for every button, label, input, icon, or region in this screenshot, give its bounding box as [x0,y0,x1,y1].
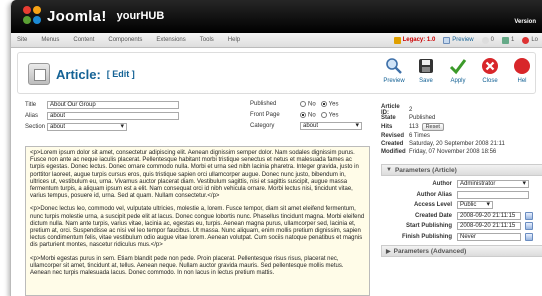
menu-bar: Site Menus Content Components Extensions… [11,33,542,48]
section-select[interactable]: about [47,123,127,131]
published-no[interactable]: No [300,101,316,108]
logo-text: Joomla! [47,7,107,25]
menu-menus[interactable]: Menus [41,37,59,43]
page-title-edit: [ Edit ] [106,69,135,79]
frontpage-radios: No Yes [300,112,338,119]
finish-publishing-input[interactable]: Never [457,232,521,241]
joomla-logo: Joomla! yourHUB [23,6,164,26]
joomla-logo-icon [23,6,43,26]
start-publishing-input[interactable]: 2008-09-20 21:11:15 [457,222,521,231]
published-radios: No Yes [300,101,338,108]
menu-help[interactable]: Help [228,37,240,43]
preview-button[interactable]: Preview [381,56,407,84]
save-button[interactable]: Save [413,56,439,84]
apply-icon [448,56,468,76]
article-details-form: Title About Our Group Alias about Sectio… [25,100,370,133]
calendar-icon[interactable] [525,222,533,231]
menu-components[interactable]: Components [108,37,142,43]
logout-icon [522,36,530,44]
category-label: Category [250,123,275,129]
users-icon [501,36,509,44]
version-label: Version [514,19,536,25]
messages-link[interactable]: 0 [481,36,494,44]
toolbar-buttons: Preview Save Apply Close Hel [381,56,535,84]
published-label: Published [250,101,277,107]
author-select[interactable]: Administrator [457,180,529,189]
parameters-article-header[interactable]: ▼ Parameters (Article) [381,164,542,176]
finish-publishing-row: Finish Publishing Never [381,232,542,243]
created-date-input[interactable]: 2008-09-20 21:11:15 [457,211,521,220]
article-info-panel: Article ID: 2 State Published Hits 113 Reset… [381,104,542,257]
menu-extensions[interactable]: Extensions [156,37,185,43]
users-link[interactable]: 1 [501,36,514,44]
hits-row: Hits 113 Reset [381,122,542,132]
content-area: Title About Our Group Alias about Sectio… [17,90,542,296]
preview-icon [384,56,404,76]
menu-tools[interactable]: Tools [200,37,214,43]
legacy-link[interactable]: Legacy: 1.0 [393,36,435,44]
admin-window: Joomla! yourHUB Version Site Menus Conte… [10,0,542,296]
legacy-icon [393,36,401,44]
access-level-select[interactable]: Public [457,201,493,210]
apply-button[interactable]: Apply [445,56,471,84]
article-text-editor[interactable]: <p>Lorem ipsum dolor sit amet, consectet… [25,146,370,296]
site-name: yourHUB [116,10,165,22]
category-select[interactable]: about [300,122,362,130]
frontpage-yes[interactable]: Yes [320,112,338,119]
editor-paragraph-2: <p>Donec lectus leo, commodo vel, vulput… [30,206,365,249]
logout-link[interactable]: Lo [522,36,538,44]
article-icon [28,63,50,85]
alias-input[interactable]: about [47,112,179,120]
editor-paragraph-3: <p>Morbi egestas purus in sem. Etiam bla… [30,255,344,277]
messages-icon [481,36,489,44]
frontpage-label: Front Page [250,112,280,118]
modified-row: Modified Friday, 07 November 2008 18:56 [381,149,497,155]
parameters-article-body: Author Administrator Author Alias Access… [381,176,542,242]
preview-site-icon [443,36,451,44]
title-label: Title [25,102,37,108]
calendar-icon[interactable] [525,232,533,241]
author-alias-input[interactable] [457,190,529,199]
frontpage-no[interactable]: No [300,112,316,119]
author-alias-row: Author Alias [381,190,542,201]
reset-hits-button[interactable]: Reset [421,123,444,131]
created-date-row: Created Date 2008-09-20 21:11:15 [381,211,542,222]
parameters-advanced-header[interactable]: ▶ Parameters (Advanced) [381,245,542,257]
state-row: State Published [381,115,436,121]
preview-link[interactable]: Preview [443,36,474,44]
alias-label: Alias [25,113,39,119]
status-area: Legacy: 1.0 Preview 0 1 Lo [393,36,542,44]
close-icon [480,56,500,76]
editor-paragraph-1: <p>Lorem ipsum dolor sit amet, consectet… [30,150,359,200]
published-yes[interactable]: Yes [320,101,338,108]
menu-content[interactable]: Content [73,37,94,43]
created-row: Created Saturday, 20 September 2008 21:11 [381,141,505,147]
help-icon [512,56,532,76]
close-button[interactable]: Close [477,56,503,84]
page-title: Article: [ Edit ] [28,63,135,85]
admin-header: Joomla! yourHUB Version [11,0,542,33]
article-id-row: Article ID: 2 [381,104,413,116]
page-title-text: Article: [56,66,101,82]
toolbar: Article: [ Edit ] Preview Save Apply Clo… [17,52,536,94]
calendar-icon[interactable] [525,211,533,220]
help-button[interactable]: Hel [509,56,535,84]
save-icon [416,56,436,76]
collapse-arrow-icon: ▶ [386,248,391,255]
section-label: Section [25,124,46,130]
title-input[interactable]: About Our Group [47,101,179,109]
menu-site[interactable]: Site [17,37,27,43]
access-level-row: Access Level Public [381,200,542,211]
author-row: Author Administrator [381,179,542,190]
start-publishing-row: Start Publishing 2008-09-20 21:11:15 [381,221,542,232]
revised-row: Revised 6 Times [381,133,431,139]
expand-arrow-icon: ▼ [386,167,392,173]
